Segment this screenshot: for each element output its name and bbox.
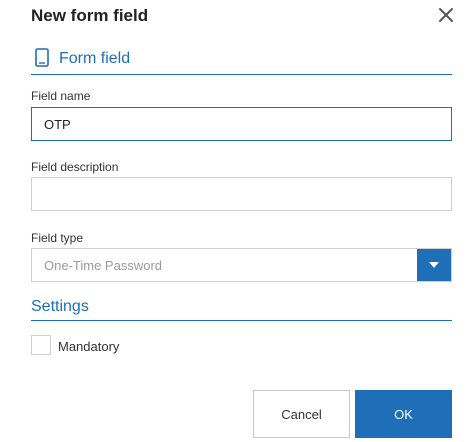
section-title: Settings — [31, 298, 89, 315]
field-description-label: Field description — [31, 160, 119, 174]
close-button[interactable] — [436, 5, 456, 25]
mobile-device-icon — [35, 48, 49, 67]
mandatory-checkbox[interactable] — [31, 335, 51, 355]
form-field-section-header: Form field — [31, 46, 452, 75]
close-icon — [439, 8, 453, 22]
field-name-label: Field name — [31, 89, 91, 103]
chevron-down-icon — [429, 262, 439, 268]
field-description-input[interactable] — [31, 177, 452, 211]
mandatory-label: Mandatory — [58, 339, 120, 354]
cancel-button[interactable]: Cancel — [253, 390, 350, 438]
ok-button[interactable]: OK — [355, 390, 452, 438]
field-type-label: Field type — [31, 231, 84, 245]
field-type-dropdown-button[interactable] — [417, 249, 451, 281]
settings-section-header: Settings — [31, 296, 452, 321]
field-type-select[interactable]: One-Time Password — [31, 248, 452, 282]
field-type-selected-value: One-Time Password — [44, 258, 162, 273]
dialog-title: New form field — [31, 6, 149, 25]
section-title: Form field — [59, 50, 131, 67]
field-name-input[interactable] — [31, 107, 452, 141]
